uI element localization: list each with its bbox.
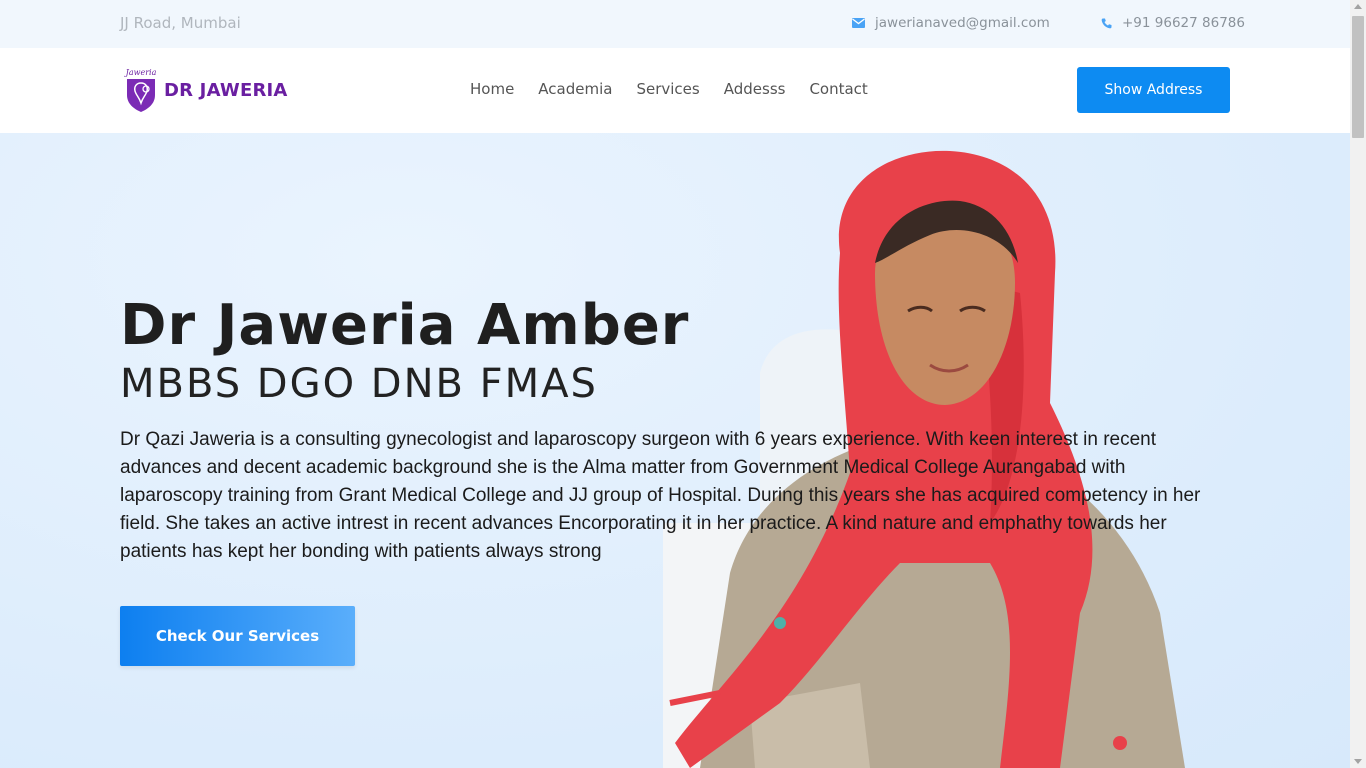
scroll-down-arrow-icon[interactable] [1354,759,1362,764]
logo-text: DR JAWERIA [164,79,288,101]
scrollbar-thumb[interactable] [1352,16,1364,138]
main-nav: Home Academia Services Addesss Contact [470,80,868,98]
page-scrollbar[interactable] [1350,0,1366,768]
envelope-icon [852,18,865,28]
hero-degrees: MBBS DGO DNB FMAS [120,361,598,407]
logo-shield-icon: Jaweria [124,68,157,112]
email-text[interactable]: jawerianaved@gmail.com [875,15,1050,31]
hero-description: Dr Qazi Jaweria is a consulting gynecolo… [120,429,1201,562]
phone-text[interactable]: +91 96627 86786 [1122,15,1245,31]
hero-title: Dr Jaweria Amber [120,293,690,358]
nav-item-academia[interactable]: Academia [538,80,612,98]
hero-section: Dr Jaweria Amber MBBS DGO DNB FMAS Dr Qa… [0,133,1350,768]
top-info-bar: JJ Road, Mumbai jawerianaved@gmail.com +… [0,0,1350,48]
scroll-up-arrow-icon[interactable] [1354,4,1362,9]
check-services-button[interactable]: Check Our Services [120,606,355,666]
site-logo[interactable]: Jaweria DR JAWERIA [124,67,288,113]
email-contact[interactable]: jawerianaved@gmail.com [852,15,1050,31]
nav-item-services[interactable]: Services [636,80,699,98]
nav-item-home[interactable]: Home [470,80,514,98]
phone-icon [1101,18,1112,29]
svg-text:Jaweria: Jaweria [124,68,157,77]
nav-item-address[interactable]: Addesss [724,80,786,98]
nav-item-contact[interactable]: Contact [809,80,867,98]
show-address-button[interactable]: Show Address [1077,67,1230,113]
address-text: JJ Road, Mumbai [120,14,241,32]
phone-contact[interactable]: +91 96627 86786 [1101,15,1245,31]
site-header: Jaweria DR JAWERIA Home Academia Service… [0,48,1350,133]
